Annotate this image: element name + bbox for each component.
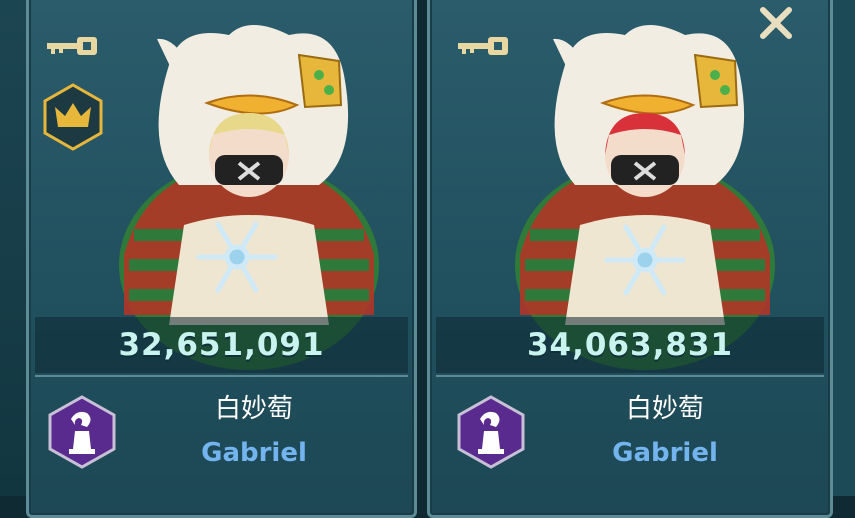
hooded-figure-class-icon (48, 395, 116, 469)
crown-icon (43, 83, 103, 151)
divider (436, 375, 824, 377)
divider (35, 375, 408, 377)
player-card-1[interactable]: 32,651,091 白妙萄 Gabriel (26, 0, 417, 518)
score-value: 34,063,831 (526, 327, 734, 363)
next-card-edge (830, 0, 855, 496)
player-name-english: Gabriel (201, 438, 307, 468)
key-icon (458, 37, 508, 55)
score-value: 32,651,091 (118, 327, 325, 363)
player-card-2[interactable]: 34,063,831 白妙萄 Gabriel (427, 0, 833, 518)
player-name-english: Gabriel (612, 438, 718, 468)
hooded-figure-class-icon (457, 395, 525, 469)
player-name-chinese: 白妙萄 (214, 394, 293, 424)
close-icon[interactable] (755, 2, 797, 44)
player-name-chinese: 白妙萄 (625, 394, 704, 424)
key-icon (47, 37, 97, 55)
